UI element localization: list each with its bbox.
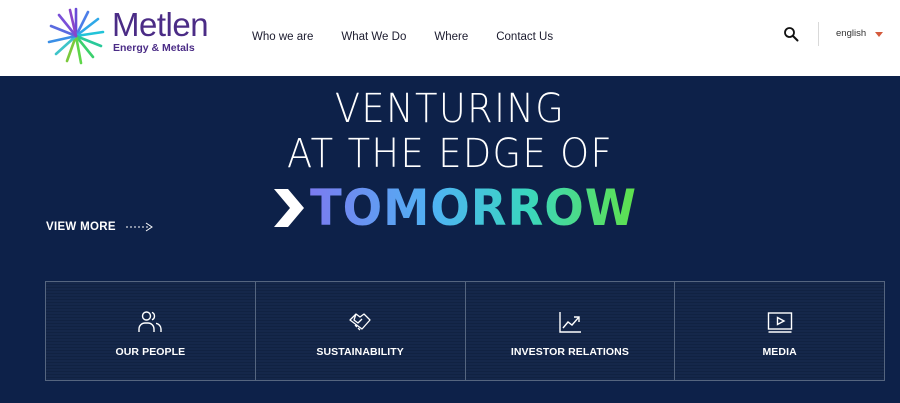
- chevron-right-icon: [274, 189, 304, 227]
- caret-down-icon: [875, 31, 884, 37]
- nav-where[interactable]: Where: [434, 31, 468, 43]
- card-sustainability[interactable]: SUSTAINABILITY: [254, 282, 465, 380]
- card-label: OUR PEOPLE: [115, 346, 186, 358]
- handshake-icon: [349, 313, 371, 331]
- people-icon: [138, 311, 163, 332]
- headline-tomorrow: TOMORROW: [310, 179, 637, 237]
- nav-what-we-do[interactable]: What We Do: [341, 31, 406, 43]
- language-selector[interactable]: english: [836, 28, 884, 39]
- brand[interactable]: Metlen Energy & Metals: [112, 6, 209, 55]
- headline-line-3: TOMORROW: [272, 179, 662, 237]
- view-more-link[interactable]: VIEW MORE: [46, 221, 154, 233]
- arrow-right-icon: [125, 222, 153, 232]
- metlen-logo-icon[interactable]: [46, 6, 106, 66]
- view-more-label: VIEW MORE: [46, 221, 116, 233]
- quick-links: OUR PEOPLE SUSTAINABILITY INVESTOR RELAT…: [45, 281, 885, 381]
- headline-line-1: VENTURING: [334, 86, 566, 132]
- nav-who-we-are[interactable]: Who we are: [252, 31, 313, 43]
- card-our-people[interactable]: OUR PEOPLE: [46, 282, 255, 380]
- card-media[interactable]: MEDIA: [674, 282, 884, 380]
- headline-line-2: AT THE EDGE OF: [286, 131, 614, 177]
- brand-tagline: Energy & Metals: [113, 42, 195, 54]
- search-icon[interactable]: [783, 26, 799, 42]
- card-label: MEDIA: [762, 346, 797, 358]
- card-label: INVESTOR RELATIONS: [510, 346, 629, 358]
- play-icon: [767, 312, 792, 333]
- hero-banner: VENTURING AT THE EDGE OF TOMORROW VIEW M…: [0, 76, 900, 403]
- card-investor-relations[interactable]: INVESTOR RELATIONS: [464, 282, 675, 380]
- divider: [818, 22, 819, 46]
- chart-icon: [559, 312, 581, 333]
- nav-contact-us[interactable]: Contact Us: [496, 31, 553, 43]
- site-header: Metlen Energy & Metals Who we are What W…: [0, 0, 900, 76]
- brand-name: Metlen: [112, 6, 209, 43]
- language-label: english: [836, 28, 867, 39]
- card-label: SUSTAINABILITY: [316, 346, 404, 358]
- main-nav: Who we are What We Do Where Contact Us: [252, 31, 553, 43]
